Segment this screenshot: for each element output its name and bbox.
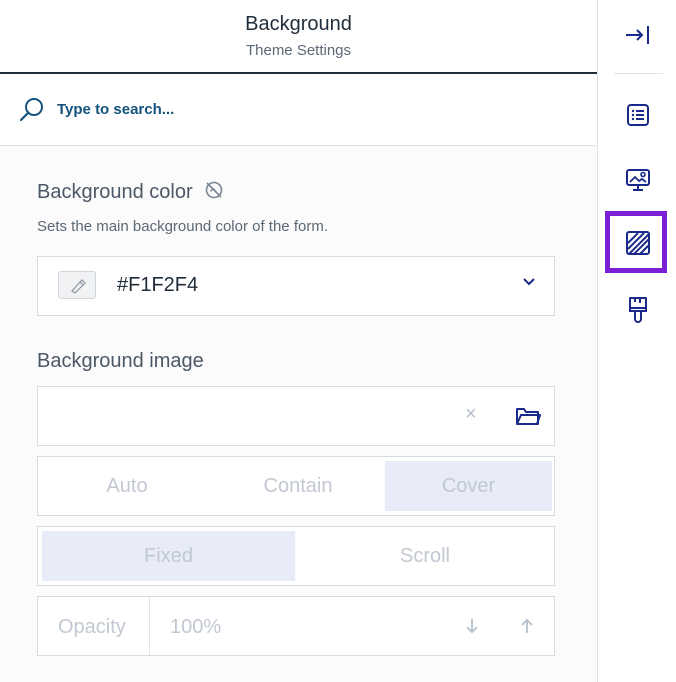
folder-icon[interactable] (515, 405, 541, 427)
increase-arrow-icon[interactable] (520, 617, 534, 635)
eyedropper-icon (71, 279, 86, 294)
size-option-contain[interactable]: Contain (213, 461, 383, 511)
background-icon (625, 231, 650, 255)
settings-panel: Background Theme Settings Type to search… (0, 0, 597, 682)
image-size-segmented: Auto Contain Cover (37, 456, 555, 516)
header-image-icon (625, 169, 650, 191)
page-title: Background (245, 13, 352, 35)
size-option-cover[interactable]: Cover (385, 461, 552, 511)
attachment-option-scroll[interactable]: Scroll (298, 531, 552, 581)
opacity-label: Opacity (58, 616, 126, 638)
search-bar[interactable]: Type to search... (0, 74, 597, 146)
color-picker-field[interactable]: #F1F2F4 (37, 256, 555, 316)
decrease-arrow-icon[interactable] (465, 617, 479, 635)
chevron-down-icon[interactable] (522, 277, 536, 287)
clear-image-icon[interactable]: × (465, 403, 477, 426)
background-color-label: Background color (37, 180, 224, 204)
collapse-panel-button[interactable] (598, 15, 676, 55)
sidebar-divider (614, 73, 663, 74)
search-input[interactable]: Type to search... (57, 101, 174, 118)
attachment-option-fixed[interactable]: Fixed (42, 531, 295, 581)
theme-brush-icon (628, 297, 647, 323)
size-option-auto[interactable]: Auto (42, 461, 212, 511)
page-subtitle: Theme Settings (245, 42, 352, 59)
color-swatch[interactable] (58, 271, 96, 299)
header-image-button[interactable] (598, 160, 676, 200)
general-settings-icon (626, 104, 649, 126)
opacity-divider (149, 597, 150, 655)
background-color-label-text: Background color (37, 181, 193, 203)
color-value[interactable]: #F1F2F4 (117, 274, 198, 297)
opacity-input[interactable]: 100% (170, 616, 221, 639)
no-color-icon[interactable] (204, 180, 224, 200)
search-icon (19, 98, 43, 122)
right-sidebar (597, 0, 676, 682)
general-settings-button[interactable] (598, 95, 676, 135)
background-button[interactable] (598, 223, 676, 263)
opacity-field: Opacity 100% (37, 596, 555, 656)
panel-header: Background Theme Settings (0, 0, 597, 74)
image-attachment-segmented: Fixed Scroll (37, 526, 555, 586)
image-file-field[interactable]: × (37, 386, 555, 446)
background-image-label: Background image (37, 350, 204, 372)
theme-brush-button[interactable] (598, 290, 676, 330)
background-color-description: Sets the main background color of the fo… (37, 218, 328, 235)
collapse-panel-icon (625, 26, 649, 44)
